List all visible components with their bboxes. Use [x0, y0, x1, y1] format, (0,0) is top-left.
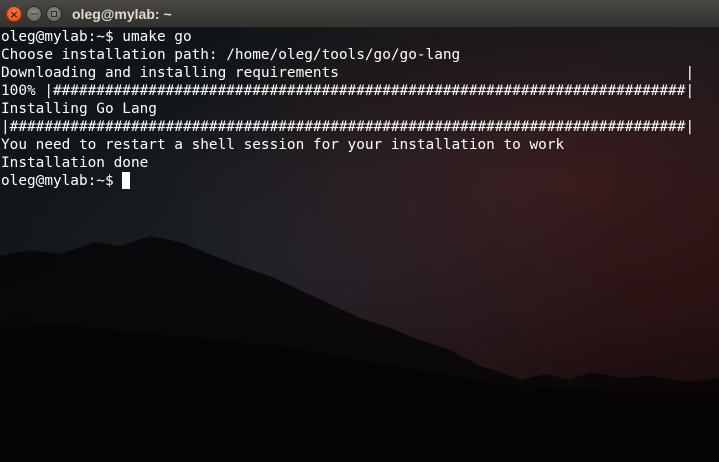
- text-cursor: [122, 172, 131, 189]
- terminal-line: |#######################################…: [1, 119, 695, 135]
- terminal-line: Installing Go Lang: [1, 101, 157, 117]
- close-icon: ×: [9, 7, 19, 21]
- terminal-line: oleg@mylab:~$ umake go: [1, 29, 192, 45]
- close-button[interactable]: ×: [6, 6, 22, 22]
- terminal-line: You need to restart a shell session for …: [1, 137, 565, 153]
- terminal-window: × — oleg@mylab: ~ oleg@mylab:~$ umake go…: [0, 0, 719, 462]
- terminal-line: Choose installation path: /home/oleg/too…: [1, 47, 461, 63]
- terminal-line: Downloading and installing requirements …: [1, 65, 695, 81]
- title-bar[interactable]: × — oleg@mylab: ~: [0, 0, 719, 28]
- maximize-button[interactable]: [46, 6, 62, 22]
- maximize-icon: [51, 11, 57, 17]
- terminal-area[interactable]: oleg@mylab:~$ umake go Choose installati…: [0, 28, 719, 462]
- prompt-line[interactable]: oleg@mylab:~$: [0, 172, 694, 190]
- terminal-output: oleg@mylab:~$ umake go Choose installati…: [0, 28, 694, 190]
- shell-prompt: oleg@mylab:~$: [1, 173, 123, 189]
- minimize-icon: —: [30, 9, 38, 18]
- terminal-line: 100% |##################################…: [1, 83, 695, 99]
- window-title: oleg@mylab: ~: [72, 6, 172, 22]
- terminal-line: Installation done: [1, 155, 149, 171]
- minimize-button[interactable]: —: [26, 6, 42, 22]
